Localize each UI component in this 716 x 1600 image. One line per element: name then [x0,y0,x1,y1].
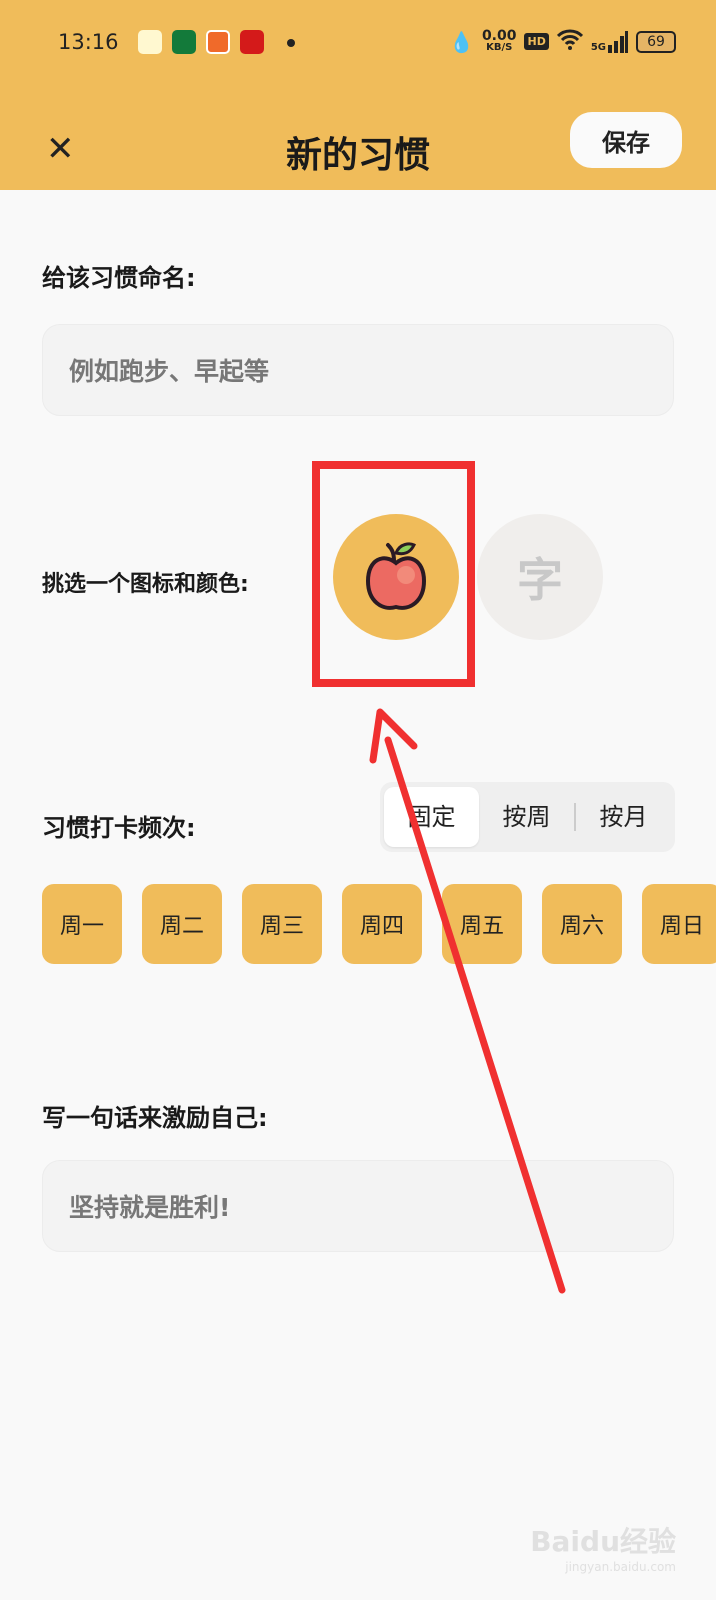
watermark-url: jingyan.baidu.com [565,1560,676,1574]
watermark-text: Baidu经验 [530,1525,676,1558]
annotation-overlay [312,461,566,1294]
annotation-arrow [384,736,566,1294]
watermark-logo: Baidu经验 jingyan.baidu.com [530,1520,676,1574]
annotation-highlight-box [312,461,475,687]
